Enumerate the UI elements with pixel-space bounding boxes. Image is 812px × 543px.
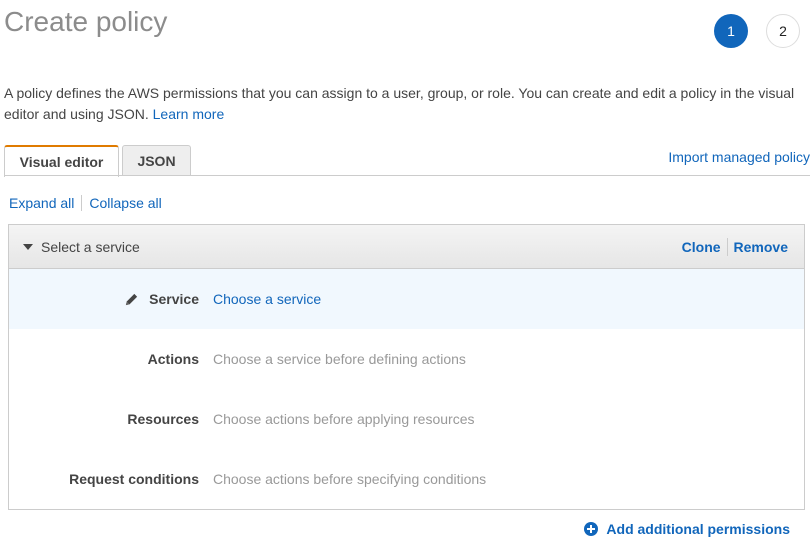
service-row: Service Choose a service	[9, 269, 804, 329]
actions-label: Actions	[147, 351, 199, 367]
collapse-all-link[interactable]: Collapse all	[89, 195, 161, 211]
expand-collapse-controls: Expand all Collapse all	[9, 195, 162, 211]
import-managed-policy-link[interactable]: Import managed policy	[668, 149, 810, 165]
panel-actions: Clone Remove	[682, 237, 788, 256]
actions-row: Actions Choose a service before defining…	[9, 329, 804, 389]
clone-button[interactable]: Clone	[682, 239, 721, 255]
request-conditions-row: Request conditions Choose actions before…	[9, 449, 804, 509]
plus-circle-icon	[584, 522, 599, 536]
request-conditions-value: Choose actions before specifying conditi…	[213, 471, 487, 487]
separator	[81, 195, 83, 211]
resources-row: Resources Choose actions before applying…	[9, 389, 804, 449]
step-indicator-1: 1	[714, 14, 748, 48]
service-label: Service	[149, 291, 199, 307]
resources-label: Resources	[127, 411, 199, 427]
tab-json[interactable]: JSON	[122, 145, 191, 176]
panel-title: Select a service	[41, 238, 140, 255]
panel-header[interactable]: Select a service Clone Remove	[9, 225, 804, 269]
add-permissions-label: Add additional permissions	[606, 521, 790, 537]
separator	[726, 237, 728, 256]
tabs-divider	[4, 175, 810, 176]
pencil-icon	[124, 292, 139, 307]
service-label-wrap: Service	[9, 291, 199, 307]
request-conditions-label: Request conditions	[69, 471, 199, 487]
actions-value: Choose a service before defining actions	[213, 351, 466, 367]
step-indicator-2: 2	[766, 14, 800, 48]
choose-service-link[interactable]: Choose a service	[213, 291, 321, 307]
add-additional-permissions-button[interactable]: Add additional permissions	[584, 521, 790, 537]
policy-description: A policy defines the AWS permissions tha…	[4, 83, 804, 125]
learn-more-link[interactable]: Learn more	[153, 106, 225, 122]
tab-visual-editor[interactable]: Visual editor	[4, 145, 119, 177]
permission-panel: Select a service Clone Remove Service Ch…	[8, 224, 805, 510]
caret-down-icon[interactable]	[23, 244, 33, 250]
resources-value: Choose actions before applying resources	[213, 411, 475, 427]
page-title: Create policy	[4, 6, 168, 37]
description-text: A policy defines the AWS permissions tha…	[4, 85, 795, 122]
remove-button[interactable]: Remove	[734, 239, 788, 255]
expand-all-link[interactable]: Expand all	[9, 195, 74, 211]
